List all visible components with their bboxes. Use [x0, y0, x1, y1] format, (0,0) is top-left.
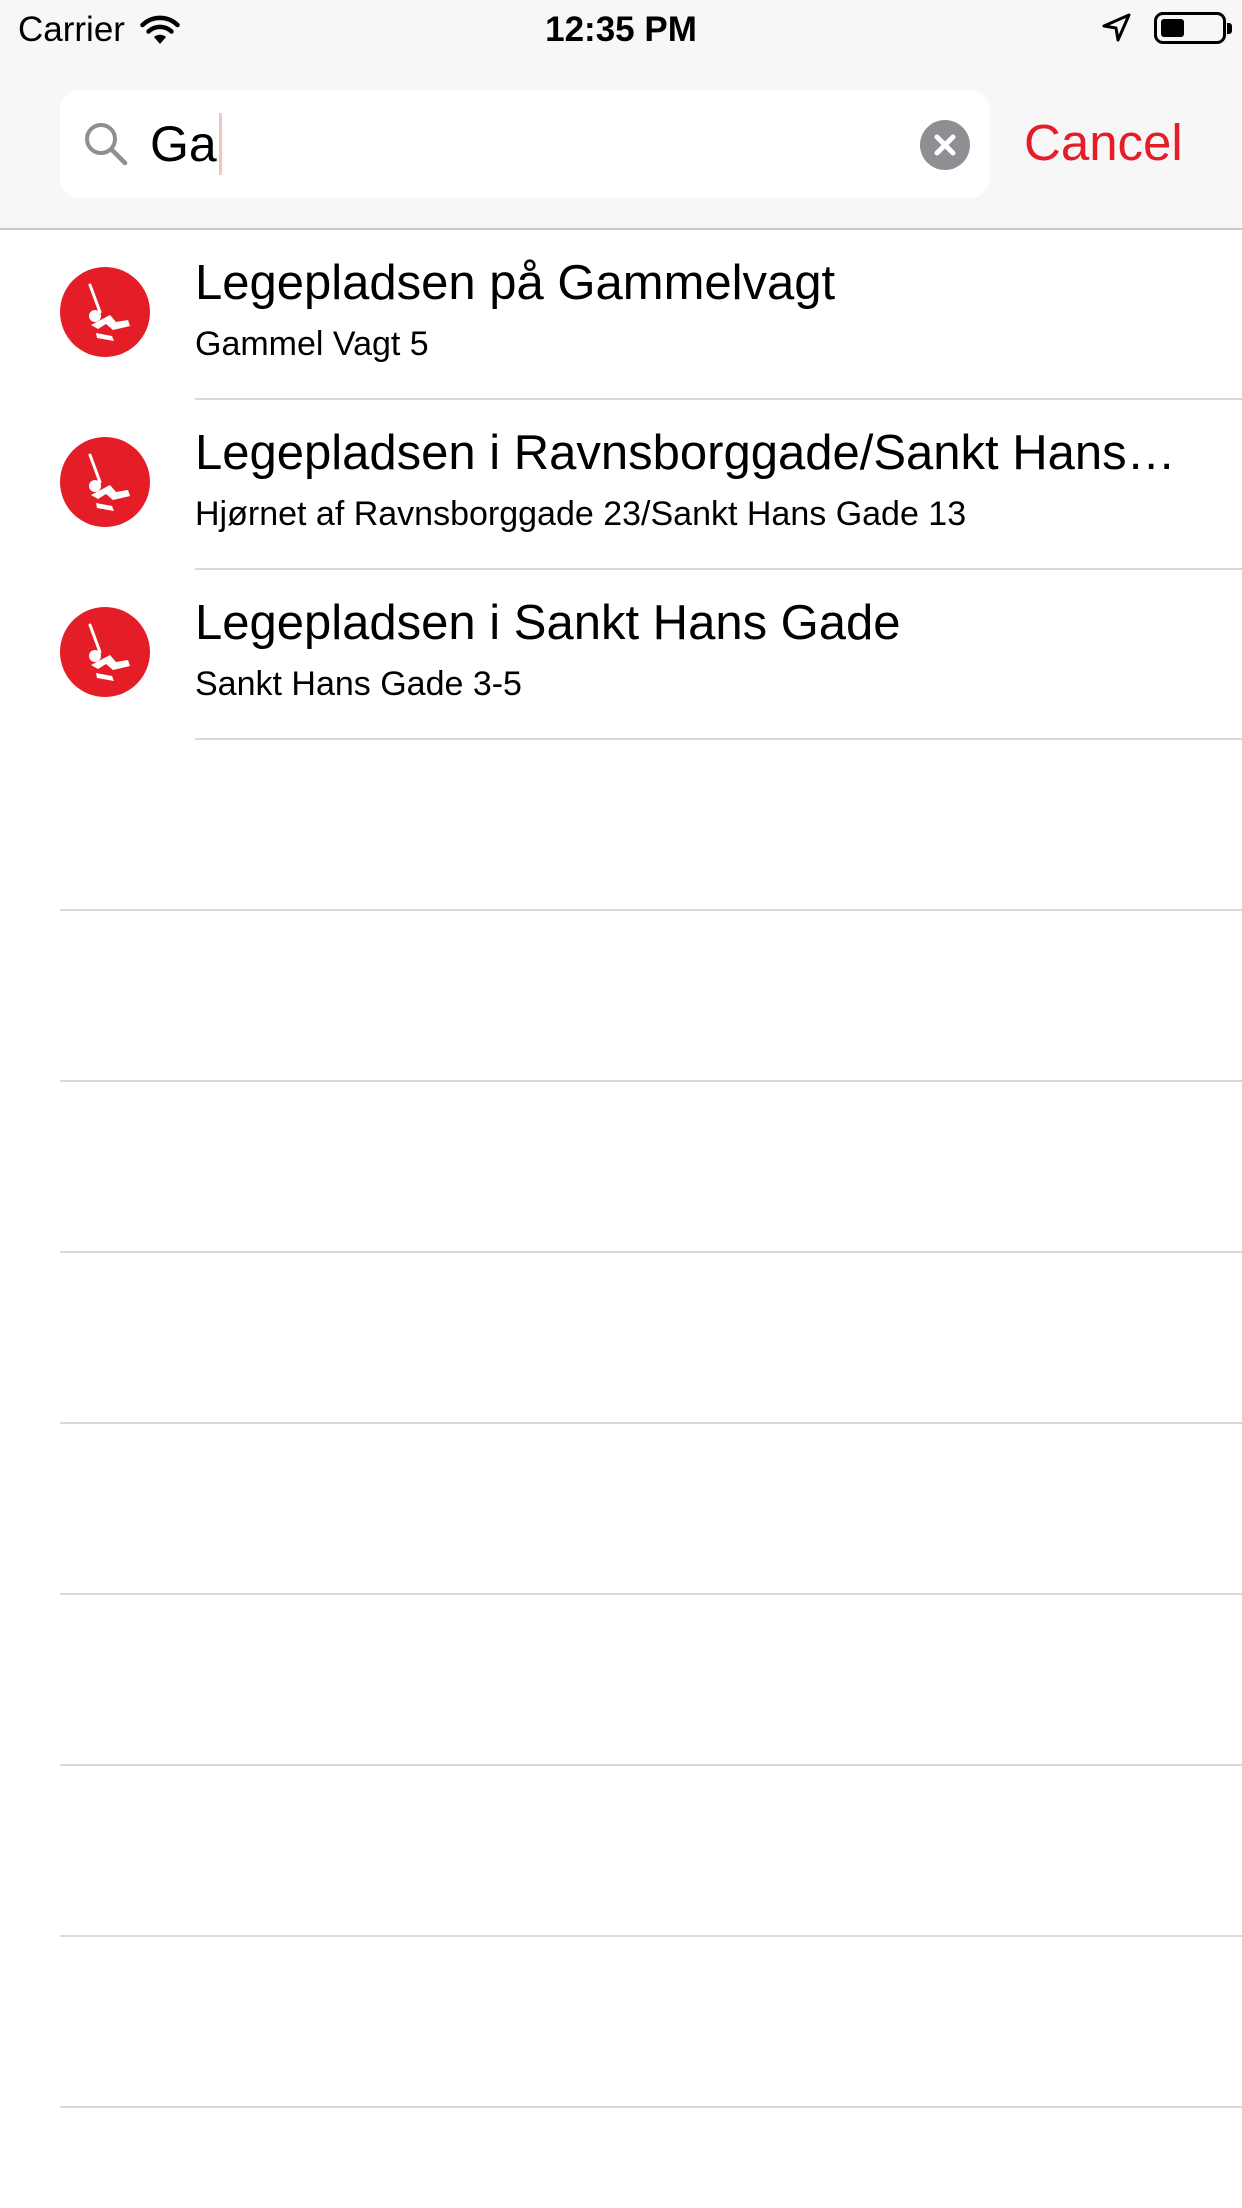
empty-row [0, 1595, 1242, 1766]
playground-swing-icon [60, 437, 150, 527]
location-arrow-icon [1102, 13, 1131, 42]
empty-row [0, 1766, 1242, 1937]
clear-search-button[interactable] [920, 120, 970, 170]
cancel-button[interactable]: Cancel [1024, 110, 1183, 176]
status-right-group [1100, 12, 1232, 44]
result-row[interactable]: Legepladsen i Sankt Hans Gade Sankt Hans… [0, 570, 1242, 740]
status-time: 12:35 PM [545, 10, 697, 49]
search-icon [85, 123, 128, 166]
result-title: Legepladsen i Ravnsborggade/Sankt Hans G… [195, 426, 1185, 480]
result-address: Hjørnet af Ravnsborggade 23/Sankt Hans G… [195, 495, 967, 533]
result-title: Legepladsen på Gammelvagt [195, 256, 836, 310]
text-caret [218, 113, 222, 175]
search-query[interactable]: Ga [150, 112, 222, 176]
playground-swing-icon [60, 607, 150, 697]
search-input[interactable]: Ga [60, 90, 990, 198]
row-separator [60, 2106, 1242, 2108]
search-header: Carrier 12:35 PM Ga Cancel [0, 0, 1242, 230]
battery-cap [1227, 23, 1232, 34]
battery-level [1161, 19, 1184, 37]
search-screen: Carrier 12:35 PM Ga Cancel Legepladsen p… [0, 0, 1242, 2208]
search-query-text: Ga [150, 116, 217, 172]
clear-icon [934, 134, 956, 156]
result-title: Legepladsen i Sankt Hans Gade [195, 596, 901, 650]
search-results-list: Legepladsen på Gammelvagt Gammel Vagt 5 … [0, 230, 1242, 2108]
empty-row [0, 1424, 1242, 1595]
result-address: Sankt Hans Gade 3-5 [195, 665, 522, 703]
playground-swing-icon [60, 267, 150, 357]
status-bar: Carrier 12:35 PM [0, 0, 1242, 60]
result-row[interactable]: Legepladsen i Ravnsborggade/Sankt Hans G… [0, 400, 1242, 570]
battery-icon [1154, 12, 1232, 44]
empty-row [0, 911, 1242, 1082]
empty-row [0, 1253, 1242, 1424]
result-row[interactable]: Legepladsen på Gammelvagt Gammel Vagt 5 [0, 230, 1242, 400]
result-address: Gammel Vagt 5 [195, 325, 429, 363]
empty-row [0, 740, 1242, 911]
empty-row [0, 1937, 1242, 2108]
empty-row [0, 1082, 1242, 1253]
